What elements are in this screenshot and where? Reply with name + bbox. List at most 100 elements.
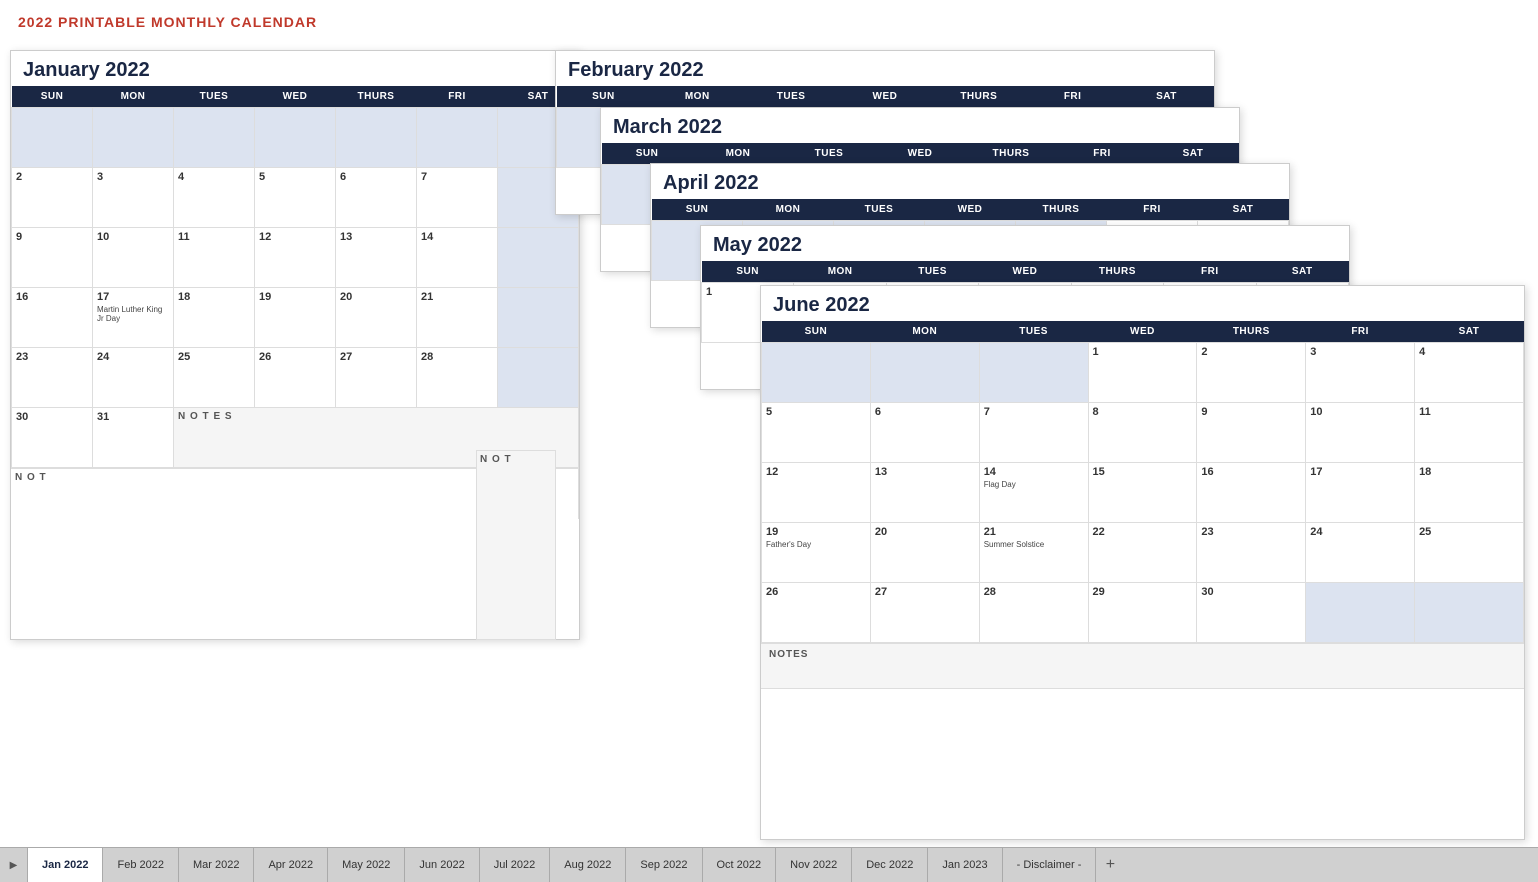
- jun-w5-tues: 28: [979, 583, 1088, 643]
- mar-wed-header: WED: [875, 143, 966, 165]
- jan-w1-mon: [93, 108, 174, 168]
- jun-w5-thurs: 30: [1197, 583, 1306, 643]
- jun-w3-wed: 15: [1088, 463, 1197, 523]
- tab-may-2022[interactable]: May 2022: [328, 848, 405, 882]
- tab-jul-2022[interactable]: Jul 2022: [480, 848, 551, 882]
- tab-nov-2022[interactable]: Nov 2022: [776, 848, 852, 882]
- jun-w2-mon: 6: [870, 403, 979, 463]
- tab-aug-2022[interactable]: Aug 2022: [550, 848, 626, 882]
- tab-sep-2022[interactable]: Sep 2022: [626, 848, 702, 882]
- jun-wed-header: WED: [1088, 321, 1197, 343]
- apr-mon-header: MON: [743, 199, 834, 221]
- jan-w2-thurs: 6: [336, 168, 417, 228]
- jun-sat-header: SAT: [1415, 321, 1524, 343]
- apr-thurs-header: THURS: [1016, 199, 1107, 221]
- jun-w4-wed: 22: [1088, 523, 1197, 583]
- june-notes-space: [761, 688, 1524, 743]
- tab-feb-2022[interactable]: Feb 2022: [103, 848, 178, 882]
- jan-w3-sun: 9: [12, 228, 93, 288]
- january-title: January 2022: [11, 51, 579, 86]
- tab-mar-2022[interactable]: Mar 2022: [179, 848, 254, 882]
- jan-thurs-header: THURS: [336, 86, 417, 108]
- mlk-day-label: Martin Luther King Jr Day: [97, 305, 169, 323]
- jan-w3-wed: 12: [255, 228, 336, 288]
- jan-w3-fri: 14: [417, 228, 498, 288]
- tab-jun-2022[interactable]: Jun 2022: [405, 848, 479, 882]
- jan-w3-mon: 10: [93, 228, 174, 288]
- jan-w5-sun: 23: [12, 348, 93, 408]
- jan-w6-mon: 31: [93, 408, 174, 468]
- tab-apr-2022[interactable]: Apr 2022: [254, 848, 328, 882]
- table-row: 2 3 4 5 6 7: [12, 168, 579, 228]
- jan-w4-sat: [498, 288, 579, 348]
- jun-mon-header: MON: [870, 321, 979, 343]
- tab-oct-2022[interactable]: Oct 2022: [703, 848, 777, 882]
- jan-w1-sun: [12, 108, 93, 168]
- jun-w4-sun: 19Father's Day: [762, 523, 871, 583]
- jan-mon-header: MON: [93, 86, 174, 108]
- jan-w4-fri: 21: [417, 288, 498, 348]
- fathers-day-label: Father's Day: [766, 540, 866, 549]
- tab-jan-2023[interactable]: Jan 2023: [928, 848, 1002, 882]
- february-title: February 2022: [556, 51, 1214, 86]
- jan-w4-mon: 17Martin Luther King Jr Day: [93, 288, 174, 348]
- march-title: March 2022: [601, 108, 1239, 143]
- jan-w4-tues: 18: [174, 288, 255, 348]
- jan-w4-wed: 19: [255, 288, 336, 348]
- tab-add-button[interactable]: +: [1096, 848, 1124, 882]
- jan-w5-fri: 28: [417, 348, 498, 408]
- jun-w2-tues: 7: [979, 403, 1088, 463]
- may-mon-header: MON: [794, 261, 886, 283]
- table-row: 9 10 11 12 13 14: [12, 228, 579, 288]
- jun-w3-sat: 18: [1415, 463, 1524, 523]
- table-row: 5 6 7 8 9 10 11: [762, 403, 1524, 463]
- may-fri-header: FRI: [1164, 261, 1256, 283]
- jun-w5-mon: 27: [870, 583, 979, 643]
- mar-mon-header: MON: [693, 143, 784, 165]
- jun-w2-sat: 11: [1415, 403, 1524, 463]
- jun-w3-mon: 13: [870, 463, 979, 523]
- jan-side-notes: N O T: [476, 450, 556, 640]
- jun-w5-sat: [1415, 583, 1524, 643]
- may-sat-header: SAT: [1256, 261, 1348, 283]
- jan-w6-sun: 30: [12, 408, 93, 468]
- mar-sat-header: SAT: [1148, 143, 1239, 165]
- spreadsheet-area: 2022 PRINTABLE MONTHLY CALENDAR January …: [0, 0, 1538, 847]
- table-row: 16 17Martin Luther King Jr Day 18 19 20 …: [12, 288, 579, 348]
- jun-w5-fri: [1306, 583, 1415, 643]
- jan-w1-tues: [174, 108, 255, 168]
- june-calendar: June 2022 SUN MON TUES WED THURS FRI SAT: [760, 285, 1525, 840]
- tab-disclaimer[interactable]: - Disclaimer -: [1003, 848, 1097, 882]
- april-title: April 2022: [651, 164, 1289, 199]
- jun-w4-tues: 21Summer Solstice: [979, 523, 1088, 583]
- jan-w5-tues: 25: [174, 348, 255, 408]
- january-table: SUN MON TUES WED THURS FRI SAT: [11, 86, 579, 468]
- jan-w5-sat: [498, 348, 579, 408]
- feb-sat-header: SAT: [1120, 86, 1214, 108]
- table-row: [12, 108, 579, 168]
- table-row: 1 2 3 4: [762, 343, 1524, 403]
- apr-sat-header: SAT: [1198, 199, 1289, 221]
- jun-tues-header: TUES: [979, 321, 1088, 343]
- feb-sun-header: SUN: [557, 86, 651, 108]
- jan-w2-sun: 2: [12, 168, 93, 228]
- jan-w2-mon: 3: [93, 168, 174, 228]
- jun-thurs-header: THURS: [1197, 321, 1306, 343]
- jan-wed-header: WED: [255, 86, 336, 108]
- tab-jan-2022[interactable]: Jan 2022: [28, 848, 103, 882]
- jan-w4-sun: 16: [12, 288, 93, 348]
- june-notes: NOTES: [761, 643, 1524, 688]
- jan-w5-thurs: 27: [336, 348, 417, 408]
- tab-scroll-left[interactable]: ▶: [0, 848, 28, 882]
- tab-bar: ▶ Jan 2022 Feb 2022 Mar 2022 Apr 2022 Ma…: [0, 847, 1538, 882]
- apr-wed-header: WED: [925, 199, 1016, 221]
- jan-w2-tues: 4: [174, 168, 255, 228]
- tab-dec-2022[interactable]: Dec 2022: [852, 848, 928, 882]
- jun-w1-thurs: 2: [1197, 343, 1306, 403]
- jun-w2-wed: 8: [1088, 403, 1197, 463]
- june-table: SUN MON TUES WED THURS FRI SAT: [761, 321, 1524, 643]
- jan-fri-header: FRI: [417, 86, 498, 108]
- mar-thurs-header: THURS: [966, 143, 1057, 165]
- jan-w3-thurs: 13: [336, 228, 417, 288]
- jun-w1-fri: 3: [1306, 343, 1415, 403]
